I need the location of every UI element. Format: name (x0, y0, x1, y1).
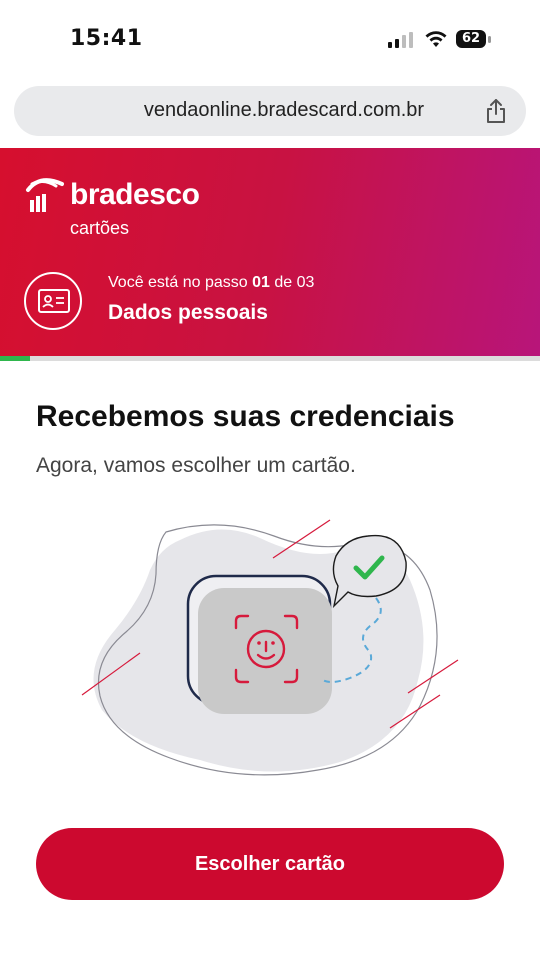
brand-subtitle: cartões (70, 218, 130, 238)
battery-tip (488, 36, 491, 43)
face-recognition-illustration (81, 519, 459, 776)
progress-bar (0, 356, 540, 361)
battery-icon: 62 (456, 30, 492, 50)
step-icon-circle (24, 272, 82, 330)
step-indicator: Você está no passo 01 de 03 (108, 274, 314, 292)
step-title: Dados pessoais (108, 301, 268, 324)
id-card-icon (38, 289, 70, 313)
page-title: Recebemos suas credenciais (36, 400, 455, 433)
progress-fill (0, 356, 30, 361)
battery-level: 62 (456, 30, 486, 48)
share-icon[interactable] (484, 98, 508, 124)
wifi-icon (425, 31, 447, 47)
status-bar: 15:41 62 (0, 0, 540, 80)
bradesco-logo-mark (26, 178, 64, 212)
status-time: 15:41 (70, 26, 143, 51)
step-current: 01 (252, 274, 270, 291)
page-header: bradesco cartões Você está no passo 01 d… (0, 148, 540, 356)
url-text[interactable]: vendaonline.bradescard.com.br (64, 99, 504, 122)
step-middle: de (269, 274, 297, 291)
brand-name: bradesco (70, 178, 200, 211)
bradesco-logo: bradesco cartões (22, 172, 222, 242)
cellular-signal-icon (388, 32, 413, 48)
choose-card-button[interactable]: Escolher cartão (36, 828, 504, 900)
page-subtitle: Agora, vamos escolher um cartão. (36, 454, 356, 477)
step-prefix: Você está no passo (108, 274, 253, 291)
step-total: 03 (296, 274, 315, 291)
address-bar[interactable]: vendaonline.bradescard.com.br (14, 86, 526, 136)
